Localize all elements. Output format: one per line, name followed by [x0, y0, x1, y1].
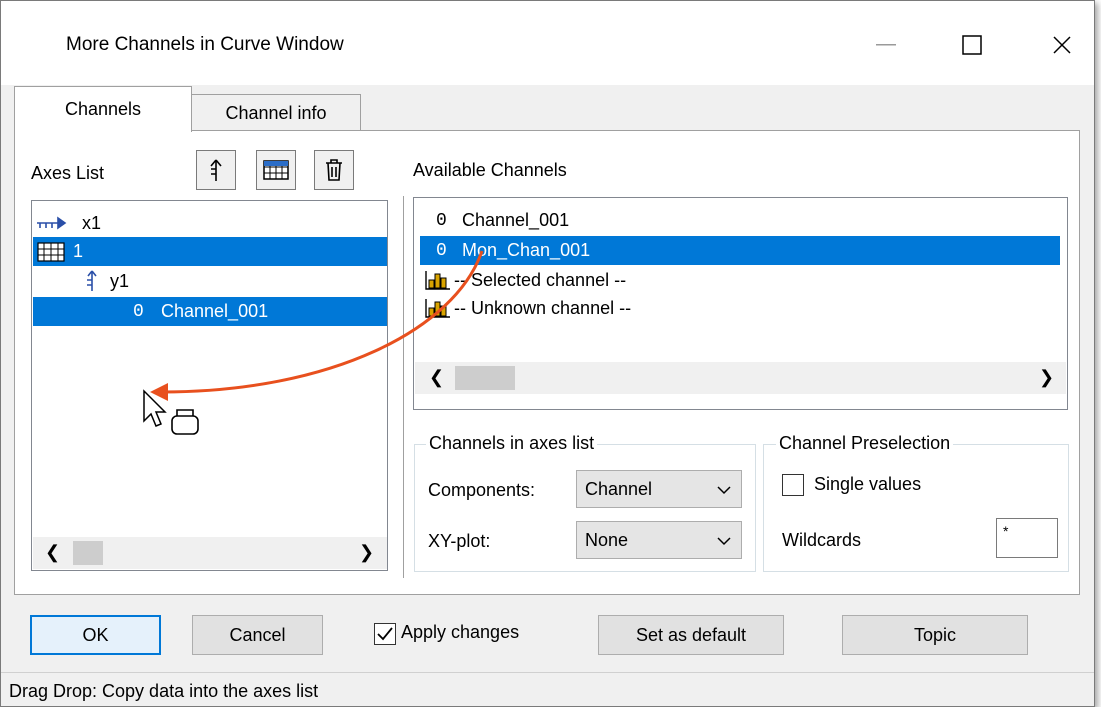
cancel-button-label: Cancel	[229, 624, 286, 645]
add-grid-button[interactable]	[256, 150, 296, 190]
topic-button-label: Topic	[913, 624, 957, 645]
close-button[interactable]	[1032, 22, 1092, 68]
chevron-down-icon	[717, 486, 731, 495]
channel-type-icon: 0	[436, 240, 447, 261]
trash-icon	[326, 159, 342, 181]
xy-plot-label: XY-plot:	[428, 531, 491, 551]
channel-type-icon: 0	[436, 210, 447, 231]
channel-item-label: -- Selected channel --	[454, 270, 627, 290]
components-label: Components:	[428, 480, 536, 500]
ok-button[interactable]: OK	[30, 615, 161, 655]
axes-item-label: Channel_001	[161, 301, 269, 321]
xy-plot-select[interactable]: None	[576, 521, 742, 559]
channel-item-channel-001[interactable]: 0 Channel_001	[414, 206, 1067, 235]
chevron-left-icon[interactable]: ❮	[45, 542, 60, 563]
available-channels-label: Available Channels	[413, 160, 567, 180]
channel-item-mon-chan-001[interactable]: 0 Mon_Chan_001	[420, 236, 1060, 265]
axes-item-1[interactable]: 1	[33, 237, 387, 266]
drag-cursor-icon	[143, 389, 199, 435]
minimize-button[interactable]	[856, 22, 916, 68]
channel-type-icon: 0	[133, 301, 144, 322]
axes-item-label: y1	[110, 271, 130, 291]
chevron-right-icon[interactable]: ❯	[1039, 367, 1054, 388]
wildcards-input[interactable]: *	[996, 518, 1058, 558]
axes-item-channel-001[interactable]: 0 Channel_001	[33, 297, 387, 326]
checkmark-icon	[377, 627, 393, 641]
single-values-label: Single values	[814, 474, 922, 494]
cancel-button[interactable]: Cancel	[192, 615, 323, 655]
scroll-thumb[interactable]	[455, 366, 515, 390]
x-axis-icon	[37, 216, 67, 230]
maximize-button[interactable]	[942, 22, 1002, 68]
delete-button[interactable]	[314, 150, 354, 190]
xy-plot-value: None	[585, 529, 629, 550]
y-axis-icon	[87, 270, 97, 291]
axes-item-x1[interactable]: x1	[32, 209, 387, 238]
apply-changes-label: Apply changes	[401, 622, 520, 642]
channel-item-label: Channel_001	[462, 210, 570, 230]
channels-in-axes-legend: Channels in axes list	[426, 433, 598, 454]
minimize-icon	[876, 44, 896, 46]
components-value: Channel	[585, 478, 653, 499]
tab-channel-info[interactable]: Channel info	[191, 94, 361, 132]
add-axis-button[interactable]	[196, 150, 236, 190]
chevron-left-icon[interactable]: ❮	[429, 367, 444, 388]
axis-icon	[210, 159, 222, 181]
axes-list-label: Axes List	[31, 163, 105, 183]
channel-item-label: -- Unknown channel --	[454, 298, 632, 318]
wildcards-label: Wildcards	[782, 530, 862, 550]
grid-icon	[37, 242, 65, 262]
axes-item-label: x1	[82, 213, 102, 233]
channels-hscrollbar[interactable]: ❮ ❯	[415, 362, 1066, 394]
chevron-down-icon	[717, 537, 731, 546]
single-values-checkbox[interactable]	[782, 474, 804, 496]
axes-item-label: 1	[73, 241, 84, 261]
channel-item-label: Mon_Chan_001	[462, 240, 591, 260]
channel-preselection-legend: Channel Preselection	[776, 433, 954, 454]
topic-button[interactable]: Topic	[842, 615, 1028, 655]
tab-channels[interactable]: Channels	[14, 86, 192, 132]
status-bar: Drag Drop: Copy data into the axes list	[1, 672, 1094, 706]
close-icon	[1053, 36, 1071, 54]
histogram-icon	[425, 271, 450, 290]
set-as-default-button[interactable]: Set as default	[598, 615, 784, 655]
separator	[403, 196, 404, 578]
window-title: More Channels in Curve Window	[66, 34, 344, 55]
set-as-default-label: Set as default	[635, 624, 747, 645]
axes-list-hscrollbar[interactable]: ❮ ❯	[33, 537, 387, 569]
chevron-right-icon[interactable]: ❯	[359, 542, 374, 563]
axes-item-y1[interactable]: y1	[32, 267, 387, 296]
scroll-thumb[interactable]	[73, 541, 103, 565]
maximize-icon	[962, 35, 982, 55]
components-select[interactable]: Channel	[576, 470, 742, 508]
histogram-icon	[425, 299, 450, 318]
status-text: Drag Drop: Copy data into the axes list	[9, 681, 319, 701]
ok-button-label: OK	[82, 624, 109, 645]
apply-changes-checkbox[interactable]	[374, 623, 396, 645]
tab-channels-label: Channels	[64, 99, 142, 119]
available-channels-list[interactable]: 0 Channel_001 0 Mon_Chan_001 -- Selected…	[413, 197, 1068, 410]
channel-item-unknown[interactable]: -- Unknown channel --	[414, 294, 1067, 323]
grid-icon	[263, 160, 289, 180]
axes-list-box[interactable]: x1 1 y1 0 Channel_001 ❮ ❯	[31, 200, 388, 571]
channel-item-selected[interactable]: -- Selected channel --	[414, 266, 1067, 295]
tab-channel-info-label: Channel info	[225, 103, 327, 123]
